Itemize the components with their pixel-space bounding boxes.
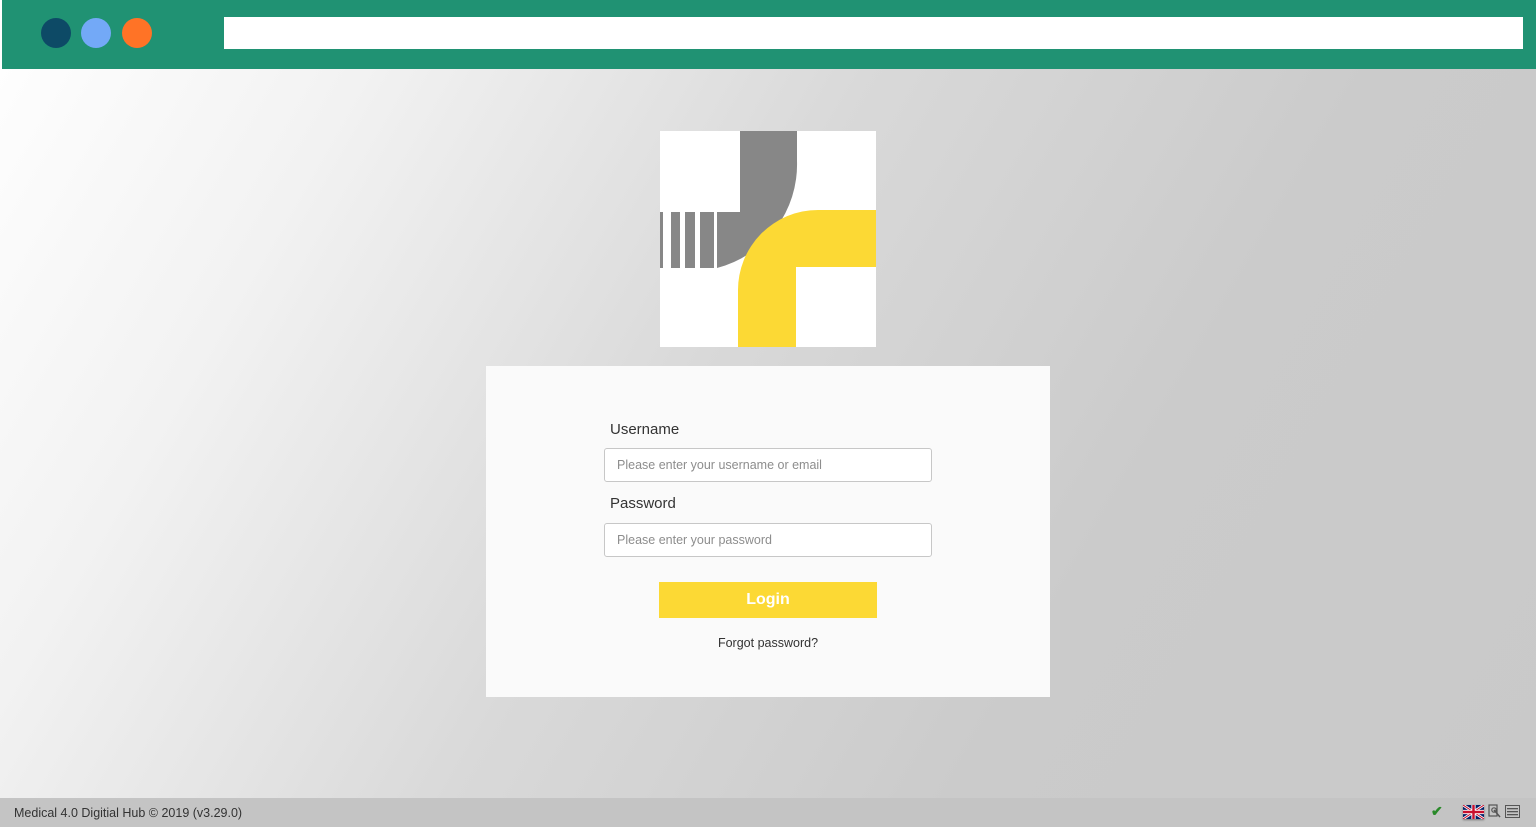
username-input[interactable] [604,448,932,482]
check-icon: ✔ [1431,803,1443,819]
footer-bar: Medical 4.0 Digitial Hub © 2019 (v3.29.0… [0,798,1536,827]
uk-flag-icon[interactable] [1462,803,1485,821]
window-dot-orange[interactable] [122,18,152,48]
footer-copyright: Medical 4.0 Digitial Hub © 2019 (v3.29.0… [14,806,243,820]
password-label: Password [610,495,676,512]
window-dot-light-blue[interactable] [81,18,111,48]
username-label: Username [610,421,680,438]
app-logo [660,131,876,347]
document-tool-icon[interactable] [1488,804,1501,824]
window-header [2,0,1536,69]
window-dot-dark-blue[interactable] [41,18,71,48]
address-bar[interactable] [224,17,1523,49]
forgot-password-link[interactable]: Forgot password? [486,636,1050,650]
login-card: Username Password Login Forgot password? [486,366,1050,697]
password-input[interactable] [604,523,932,557]
login-button[interactable]: Login [659,582,877,618]
list-icon[interactable] [1505,805,1520,823]
